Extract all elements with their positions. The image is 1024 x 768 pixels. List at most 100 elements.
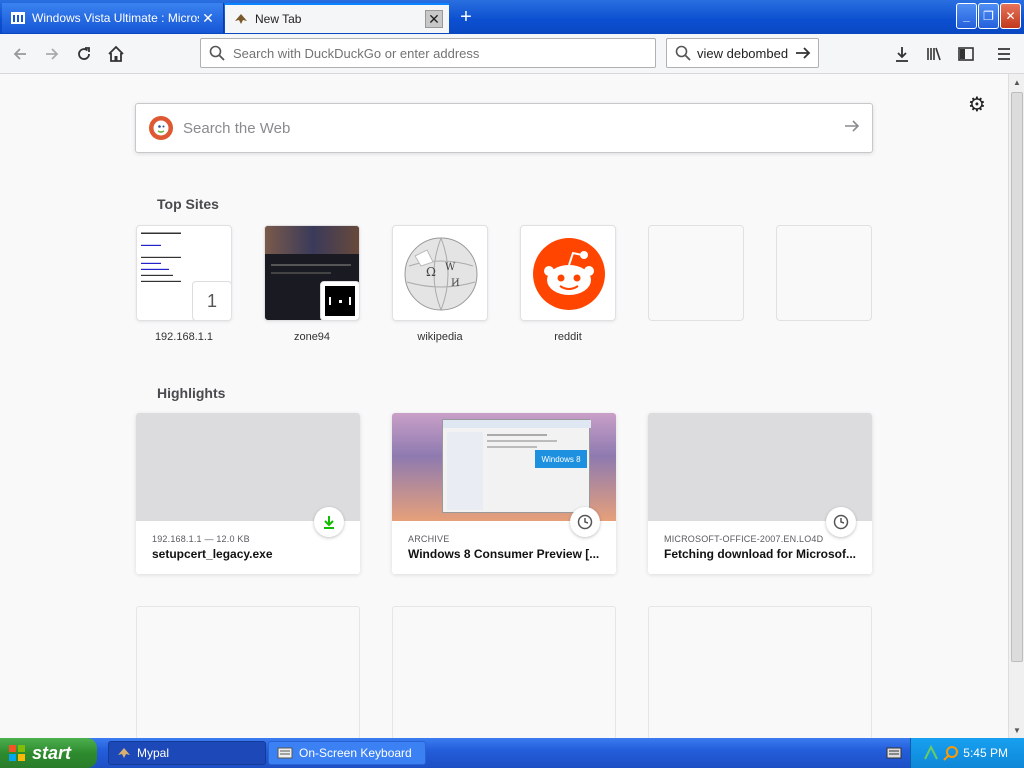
- card-title: Fetching download for Microsof...: [664, 547, 856, 561]
- download-icon: [314, 507, 344, 537]
- window-close-button[interactable]: ✕: [1000, 3, 1021, 29]
- top-site-empty-slot[interactable]: [776, 225, 872, 321]
- highlight-card[interactable]: Windows 8 ARCHIVE Windows 8 Consumer Pre…: [392, 413, 616, 574]
- top-site-empty-slot[interactable]: [648, 225, 744, 321]
- restore-button[interactable]: ❐: [978, 3, 999, 29]
- library-button[interactable]: [920, 40, 948, 68]
- site-thumbnail: Ω W И: [392, 225, 488, 321]
- site-badge: 1: [192, 281, 231, 320]
- taskbar: start Mypal On-Screen Keyboard 5:45 PM: [0, 738, 1024, 768]
- search-tray-icon[interactable]: [943, 745, 959, 761]
- library-icon: [927, 47, 941, 61]
- arrow-right-icon[interactable]: [832, 117, 872, 140]
- close-icon[interactable]: ✕: [199, 9, 217, 27]
- top-site-reddit[interactable]: reddit: [520, 225, 616, 343]
- taskbar-item-on-screen-keyboard[interactable]: On-Screen Keyboard: [268, 741, 426, 765]
- mypal-icon: [117, 746, 131, 760]
- web-search-box[interactable]: Search the Web: [135, 103, 873, 153]
- card-context: MICROSOFT-OFFICE-2007.EN.LO4D: [664, 534, 824, 544]
- card-title: Windows 8 Consumer Preview [...: [408, 547, 600, 561]
- taskbar-item-mypal[interactable]: Mypal: [108, 741, 266, 765]
- svg-text:И: И: [451, 278, 460, 289]
- top-site-wikipedia[interactable]: Ω W И wikipedia: [392, 225, 488, 343]
- reload-button[interactable]: [70, 40, 98, 68]
- card-thumbnail: [136, 413, 360, 521]
- forward-button[interactable]: [38, 40, 66, 68]
- downloads-button[interactable]: [888, 40, 916, 68]
- task-label: Mypal: [137, 746, 170, 760]
- mypal-favicon-icon: [233, 11, 249, 27]
- site-label: 192.168.1.1: [154, 331, 214, 343]
- clock[interactable]: 5:45 PM: [963, 746, 1008, 760]
- site-label: zone94: [293, 331, 331, 343]
- scroll-down-arrow-icon[interactable]: ▼: [1009, 722, 1024, 738]
- scroll-thumb[interactable]: [1011, 92, 1023, 662]
- card-thumbnail: [648, 413, 872, 521]
- tab-new-tab[interactable]: New Tab ✕: [225, 3, 449, 33]
- system-tray: 5:45 PM: [910, 738, 1024, 768]
- highlights-title: Highlights: [157, 385, 226, 401]
- go-arrow-icon[interactable]: [794, 45, 812, 61]
- highlight-card[interactable]: 192.168.1.1 — 12.0 KB setupcert_legacy.e…: [136, 413, 360, 574]
- minimize-button[interactable]: _: [956, 3, 977, 29]
- forward-arrow-icon: [46, 48, 59, 60]
- search-icon: [209, 45, 225, 61]
- close-icon[interactable]: ✕: [425, 10, 443, 28]
- gear-icon[interactable]: ⚙: [965, 92, 989, 116]
- back-arrow-icon: [13, 48, 26, 60]
- card-context: ARCHIVE: [408, 534, 450, 544]
- navigation-toolbar: Search with DuckDuckGo or enter address …: [0, 34, 1024, 74]
- web-search-placeholder: Search the Web: [183, 119, 291, 137]
- wikipedia-globe-icon: Ω W И: [404, 237, 478, 311]
- url-bar[interactable]: Search with DuckDuckGo or enter address: [200, 38, 656, 68]
- hamburger-menu-icon: [998, 48, 1010, 60]
- tab-windows-vista[interactable]: Windows Vista Ultimate : Microsof ✕: [2, 3, 224, 33]
- highlight-placeholder: [648, 606, 872, 738]
- site-thumbnail: [264, 225, 360, 321]
- start-button[interactable]: start: [0, 738, 97, 768]
- top-site-zone94[interactable]: zone94: [264, 225, 360, 343]
- site-label: wikipedia: [417, 331, 463, 343]
- highlight-card[interactable]: MICROSOFT-OFFICE-2007.EN.LO4D Fetching d…: [648, 413, 872, 574]
- zone94-favicon-icon: [320, 281, 359, 320]
- keyboard-tray-icon[interactable]: [886, 746, 902, 760]
- home-button[interactable]: [102, 40, 130, 68]
- download-icon: [896, 47, 908, 62]
- card-thumbnail: Windows 8: [392, 413, 616, 521]
- highlight-placeholder: [136, 606, 360, 738]
- task-label: On-Screen Keyboard: [299, 746, 412, 760]
- back-button[interactable]: [6, 40, 34, 68]
- network-icon[interactable]: [923, 745, 939, 761]
- svg-text:W: W: [445, 262, 456, 273]
- archive-favicon-icon: [10, 10, 26, 26]
- scroll-up-arrow-icon[interactable]: ▲: [1009, 74, 1024, 90]
- search-icon: [675, 45, 691, 61]
- tab-label: Windows Vista Ultimate : Microsof: [32, 11, 199, 25]
- clock-icon: [570, 507, 600, 537]
- vertical-scrollbar[interactable]: ▲ ▼: [1008, 74, 1024, 738]
- highlight-placeholder: [392, 606, 616, 738]
- clock-icon: [826, 507, 856, 537]
- start-label: start: [32, 742, 72, 763]
- search-bar-value: view debombed: [697, 45, 789, 61]
- card-context: 192.168.1.1 — 12.0 KB: [152, 534, 250, 544]
- sidebar-icon: [958, 47, 974, 61]
- top-sites-title: Top Sites: [157, 196, 219, 212]
- empty-tile: [776, 225, 872, 321]
- menu-button[interactable]: [990, 40, 1018, 68]
- reddit-logo-icon: [533, 238, 605, 310]
- search-bar[interactable]: view debombed: [666, 38, 819, 68]
- new-tab-page: ⚙ Search the Web Top Sites ▬▬▬▬▬▬▬▬ ▬▬▬▬…: [0, 74, 1008, 738]
- sidebar-button[interactable]: [952, 40, 980, 68]
- new-tab-button[interactable]: +: [454, 6, 478, 28]
- windows-logo-icon: [8, 744, 26, 762]
- site-label: reddit: [554, 331, 582, 343]
- top-site-192-168-1-1[interactable]: ▬▬▬▬▬▬▬▬ ▬▬▬▬▬ ▬▬▬▬▬▬▬▬▬▬ ▬▬▬▬▬ ▬▬▬▬▬▬▬ …: [136, 225, 232, 343]
- duckduckgo-logo-icon: [149, 116, 173, 140]
- url-placeholder: Search with DuckDuckGo or enter address: [233, 45, 480, 61]
- tab-label: New Tab: [255, 12, 302, 26]
- site-thumbnail: ▬▬▬▬▬▬▬▬ ▬▬▬▬▬ ▬▬▬▬▬▬▬▬▬▬ ▬▬▬▬▬ ▬▬▬▬▬▬▬ …: [136, 225, 232, 321]
- empty-tile: [648, 225, 744, 321]
- home-icon: [108, 45, 124, 62]
- reload-icon: [78, 47, 90, 60]
